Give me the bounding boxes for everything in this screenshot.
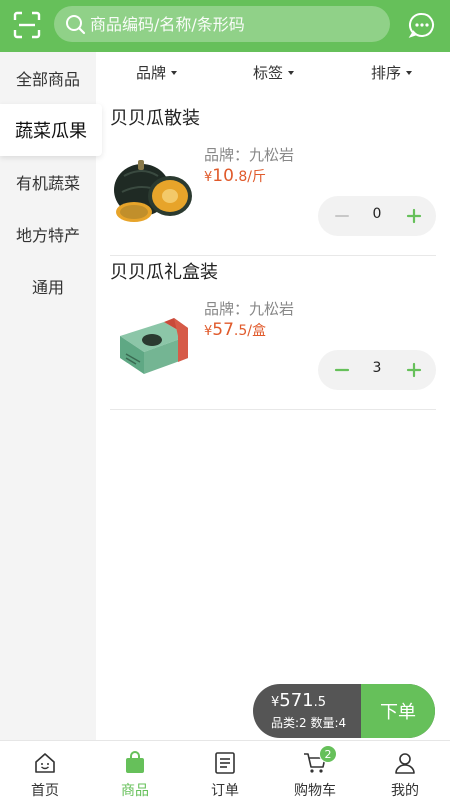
search-icon (66, 15, 86, 35)
sidebar-item-organic[interactable]: 有机蔬菜 (0, 156, 96, 208)
pumpkin-image (114, 160, 192, 222)
category-sidebar: 全部商品 蔬菜瓜果 有机蔬菜 地方特产 通用 (0, 52, 102, 740)
product-card[interactable]: 贝贝瓜散装 品牌：九松岩 ¥10.8/斤 0 (110, 104, 436, 256)
gift-box-image (120, 318, 188, 374)
caret-down-icon (171, 70, 178, 75)
tab-cart[interactable]: 2 购物车 (270, 741, 360, 800)
filter-label: 品牌 (136, 64, 167, 82)
filter-sort[interactable]: 排序 (371, 62, 413, 83)
product-price: ¥57.5/盒 (204, 320, 266, 340)
sidebar-item-label: 通用 (31, 278, 64, 297)
product-card[interactable]: 贝贝瓜礼盒装 品牌：九松岩 ¥57.5/盒 3 (110, 258, 436, 410)
tab-label: 订单 (211, 783, 239, 799)
product-brand: 品牌：九松岩 (204, 146, 295, 164)
quantity-value: 0 (372, 206, 382, 222)
price-decimal: .5 (233, 323, 248, 339)
caret-down-icon (288, 70, 295, 75)
product-brand: 品牌：九松岩 (204, 300, 295, 318)
price-decimal: .8 (233, 169, 248, 185)
sidebar-item-vegetables[interactable]: 蔬菜瓜果 (0, 104, 102, 156)
cart-badge: 2 (319, 745, 337, 763)
place-order-button[interactable]: 下单 (361, 684, 435, 738)
minus-icon[interactable] (332, 360, 352, 380)
tab-label: 我的 (391, 783, 419, 799)
tab-label: 首页 (31, 783, 59, 799)
sidebar-item-label: 有机蔬菜 (15, 174, 80, 193)
product-name: 贝贝瓜礼盒装 (110, 262, 218, 283)
filter-label: 标签 (253, 64, 284, 82)
search-input[interactable] (90, 14, 370, 34)
bottom-tab-bar: 首页 商品 订单 2 购物车 我的 (0, 740, 450, 800)
search-bar[interactable] (54, 6, 390, 42)
filter-tag[interactable]: 标签 (253, 62, 295, 83)
minus-icon[interactable] (332, 206, 352, 226)
filter-brand[interactable]: 品牌 (136, 62, 178, 83)
cart-total-decimal: .5 (313, 695, 327, 710)
sidebar-item-label: 蔬菜瓜果 (15, 121, 87, 142)
user-icon (395, 753, 415, 774)
sidebar-item-all[interactable]: 全部商品 (0, 52, 96, 104)
price-main: 10 (212, 166, 234, 186)
price-unit: /盒 (247, 323, 266, 339)
order-icon (215, 752, 235, 774)
quantity-stepper[interactable]: 0 (318, 196, 436, 236)
tab-products[interactable]: 商品 (90, 741, 180, 800)
top-bar (0, 0, 450, 52)
tab-label: 购物车 (294, 783, 336, 799)
cart-stats: 品类:2 数量:4 (271, 716, 347, 730)
product-name: 贝贝瓜散装 (110, 108, 200, 129)
price-unit: /斤 (247, 169, 266, 185)
quantity-value: 3 (372, 360, 382, 376)
scan-icon[interactable] (12, 10, 42, 40)
sidebar-item-label: 地方特产 (15, 226, 80, 245)
tab-home[interactable]: 首页 (0, 741, 90, 800)
product-price: ¥10.8/斤 (204, 166, 266, 186)
sidebar-item-general[interactable]: 通用 (0, 260, 96, 312)
cart-total: ¥571.5 (271, 690, 326, 711)
plus-icon[interactable] (404, 206, 424, 226)
tab-label: 商品 (121, 783, 149, 799)
plus-icon[interactable] (404, 360, 424, 380)
filter-bar: 品牌 标签 排序 (96, 52, 450, 92)
sidebar-item-label: 全部商品 (15, 70, 80, 89)
bag-icon (126, 751, 144, 773)
tab-orders[interactable]: 订单 (180, 741, 270, 800)
cart-summary[interactable]: ¥571.5 品类:2 数量:4 下单 (253, 684, 435, 738)
home-icon (35, 753, 55, 773)
filter-label: 排序 (371, 64, 402, 82)
caret-down-icon (406, 70, 413, 75)
price-main: 57 (212, 320, 234, 340)
sidebar-item-local-specialty[interactable]: 地方特产 (0, 208, 96, 260)
message-icon[interactable] (408, 11, 436, 39)
cart-total-main: 571 (279, 690, 314, 711)
quantity-stepper[interactable]: 3 (318, 350, 436, 390)
tab-profile[interactable]: 我的 (360, 741, 450, 800)
